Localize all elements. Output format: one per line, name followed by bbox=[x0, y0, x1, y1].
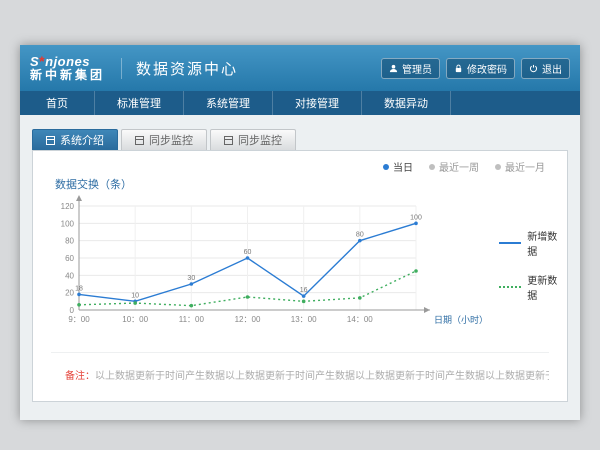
svg-text:80: 80 bbox=[65, 237, 74, 246]
admin-user-label: 管理员 bbox=[402, 61, 432, 76]
svg-text:60: 60 bbox=[244, 249, 252, 256]
svg-text:18: 18 bbox=[75, 285, 83, 292]
series-legend: 新增数据 更新数据 bbox=[499, 228, 567, 334]
svg-text:20: 20 bbox=[65, 289, 74, 298]
legend-item-new-data[interactable]: 新增数据 bbox=[499, 228, 567, 258]
svg-text:11：00: 11：00 bbox=[179, 315, 205, 324]
filter-dot-icon bbox=[495, 164, 501, 170]
footnote-text: 以上数据更新于时间产生数据以上数据更新于时间产生数据以上数据更新于时间产生数据以… bbox=[95, 371, 549, 382]
legend-item-update-data[interactable]: 更新数据 bbox=[499, 272, 567, 302]
app-header: S*njones 新中新集团 数据资源中心 管理员 修改密码 退出 bbox=[20, 45, 580, 91]
filter-last-week[interactable]: 最近一周 bbox=[429, 159, 479, 174]
tab-label: 同步监控 bbox=[238, 132, 282, 148]
tab-sync-monitor-2[interactable]: 同步监控 bbox=[210, 129, 296, 150]
svg-text:16: 16 bbox=[300, 287, 308, 294]
nav-item-standard-mgmt[interactable]: 标准管理 bbox=[95, 91, 184, 115]
main-nav: 首页 标准管理 系统管理 对接管理 数据异动 bbox=[20, 91, 580, 115]
tab-system-intro[interactable]: 系统介绍 bbox=[32, 129, 118, 150]
desktop-background: S*njones 新中新集团 数据资源中心 管理员 修改密码 退出 bbox=[0, 0, 600, 450]
svg-text:9：00: 9：00 bbox=[68, 315, 90, 324]
tab-label: 同步监控 bbox=[149, 132, 193, 148]
filter-label: 当日 bbox=[393, 159, 413, 174]
svg-text:0: 0 bbox=[70, 306, 75, 315]
filter-label: 最近一周 bbox=[439, 159, 479, 174]
svg-text:80: 80 bbox=[356, 232, 364, 239]
tab-bar: 系统介绍 同步监控 同步监控 bbox=[32, 129, 580, 150]
svg-text:12：00: 12：00 bbox=[235, 315, 261, 324]
user-icon bbox=[389, 64, 398, 73]
filter-last-month[interactable]: 最近一月 bbox=[495, 159, 545, 174]
logout-button[interactable]: 退出 bbox=[521, 58, 570, 79]
svg-text:120: 120 bbox=[61, 202, 75, 211]
solid-line-icon bbox=[499, 242, 521, 244]
y-axis-title: 数据交换（条） bbox=[55, 176, 567, 192]
svg-text:14：00: 14：00 bbox=[347, 315, 373, 324]
logout-label: 退出 bbox=[542, 61, 562, 76]
svg-text:日期（小时）: 日期（小时） bbox=[434, 314, 488, 325]
content-area: 系统介绍 同步监控 同步监控 当日 bbox=[20, 115, 580, 420]
chart-panel: 当日 最近一周 最近一月 数据交换（条） 0 20 40 60 80 100 120 9：00… bbox=[32, 150, 568, 402]
filter-today[interactable]: 当日 bbox=[383, 159, 413, 174]
tab-sync-monitor-1[interactable]: 同步监控 bbox=[121, 129, 207, 150]
svg-text:10：00: 10：00 bbox=[122, 315, 148, 324]
nav-item-home[interactable]: 首页 bbox=[20, 91, 95, 115]
brand-logo: S*njones 新中新集团 bbox=[30, 54, 105, 81]
chart-container: 0 20 40 60 80 100 120 9：00 10：00 11：00 12：00 13：00 1… bbox=[33, 194, 567, 334]
grid-icon bbox=[46, 136, 55, 145]
footnote-prefix: 备注： bbox=[65, 371, 95, 382]
svg-text:100: 100 bbox=[61, 219, 75, 228]
tab-label: 系统介绍 bbox=[60, 132, 104, 148]
grid-icon bbox=[135, 136, 144, 145]
svg-text:13：00: 13：00 bbox=[291, 315, 317, 324]
footnote: 备注：以上数据更新于时间产生数据以上数据更新于时间产生数据以上数据更新于时间产生… bbox=[51, 352, 549, 382]
app-window: S*njones 新中新集团 数据资源中心 管理员 修改密码 退出 bbox=[20, 45, 580, 420]
header-actions: 管理员 修改密码 退出 bbox=[381, 58, 570, 79]
range-filters: 当日 最近一周 最近一月 bbox=[33, 159, 567, 174]
svg-text:10: 10 bbox=[131, 292, 139, 299]
legend-label: 更新数据 bbox=[527, 272, 567, 302]
page-title: 数据资源中心 bbox=[121, 58, 238, 79]
legend-label: 新增数据 bbox=[527, 228, 567, 258]
change-password-button[interactable]: 修改密码 bbox=[446, 58, 515, 79]
grid-icon bbox=[224, 136, 233, 145]
nav-item-interface-mgmt[interactable]: 对接管理 bbox=[273, 91, 362, 115]
nav-item-data-change[interactable]: 数据异动 bbox=[362, 91, 451, 115]
nav-item-system-mgmt[interactable]: 系统管理 bbox=[184, 91, 273, 115]
brand-subtitle: 新中新集团 bbox=[30, 69, 105, 82]
lock-icon bbox=[454, 64, 463, 73]
svg-text:30: 30 bbox=[187, 275, 195, 282]
filter-label: 最近一月 bbox=[505, 159, 545, 174]
filter-dot-icon bbox=[429, 164, 435, 170]
line-chart: 0 20 40 60 80 100 120 9：00 10：00 11：00 12：00 13：00 1… bbox=[45, 194, 497, 334]
brand-name: S*njones bbox=[30, 54, 105, 69]
power-icon bbox=[529, 64, 538, 73]
change-password-label: 修改密码 bbox=[467, 61, 507, 76]
svg-text:60: 60 bbox=[65, 254, 74, 263]
svg-text:100: 100 bbox=[410, 214, 422, 221]
svg-text:40: 40 bbox=[65, 271, 74, 280]
dotted-line-icon bbox=[499, 286, 521, 288]
filter-dot-icon bbox=[383, 164, 389, 170]
admin-user-button[interactable]: 管理员 bbox=[381, 58, 440, 79]
